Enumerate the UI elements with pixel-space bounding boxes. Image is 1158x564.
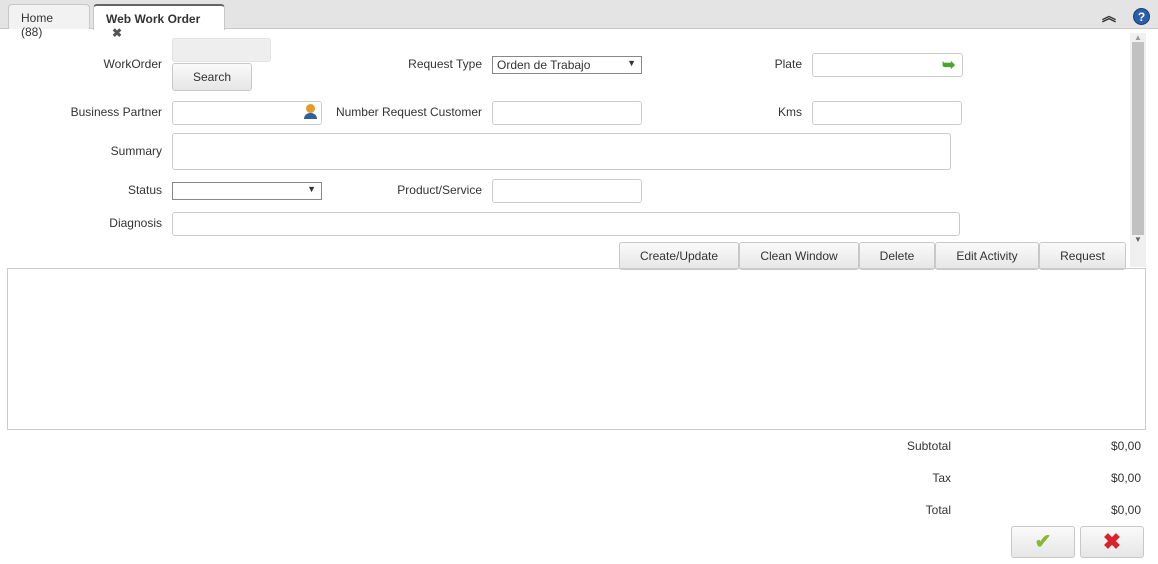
delete-button[interactable]: Delete [859, 242, 935, 270]
ok-button[interactable]: ✔ [1011, 526, 1075, 558]
status-select[interactable]: ▼ [172, 182, 322, 200]
product-service-label: Product/Service [397, 183, 482, 197]
close-icon[interactable]: ✖ [112, 26, 122, 40]
help-icon[interactable]: ? [1133, 8, 1150, 25]
scrollbar[interactable]: ▲ ▼ [1130, 33, 1146, 267]
subtotal-label: Subtotal [906, 439, 951, 453]
summary-textarea[interactable] [172, 133, 951, 170]
diagnosis-label: Diagnosis [109, 216, 162, 230]
create-update-button[interactable]: Create/Update [619, 242, 739, 270]
tab-label: Web Work Order [106, 12, 201, 26]
request-type-select[interactable]: Orden de Trabajo ▼ [492, 56, 642, 74]
request-type-value: Orden de Trabajo [497, 58, 591, 72]
workorder-input[interactable] [172, 38, 271, 62]
summary-label: Summary [110, 144, 162, 158]
edit-activity-button[interactable]: Edit Activity [935, 242, 1039, 270]
plate-input[interactable] [812, 53, 963, 77]
check-icon: ✔ [1034, 531, 1052, 553]
plate-label: Plate [774, 57, 802, 71]
x-icon: ✖ [1102, 529, 1122, 554]
total-label: Total [925, 503, 951, 517]
kms-label: Kms [778, 105, 802, 119]
number-request-input[interactable] [492, 101, 642, 125]
clean-window-button[interactable]: Clean Window [739, 242, 859, 270]
scrollbar-thumb[interactable] [1132, 42, 1144, 235]
request-button[interactable]: Request [1039, 242, 1126, 270]
status-label: Status [127, 183, 162, 197]
activity-grid [7, 268, 1146, 430]
total-value: $0,00 [1110, 503, 1141, 517]
person-icon[interactable] [304, 104, 317, 120]
tab-web-work-order[interactable]: Web Work Order ✖ [93, 4, 225, 40]
search-button[interactable]: Search [172, 63, 252, 91]
dropdown-arrow-icon: ▼ [627, 58, 636, 68]
workorder-label: WorkOrder [103, 57, 162, 71]
green-arrow-icon[interactable]: ➥ [942, 55, 955, 75]
cancel-button[interactable]: ✖ [1080, 526, 1144, 558]
request-type-label: Request Type [408, 57, 482, 71]
collapse-icon[interactable]: ︽ [1102, 6, 1116, 26]
product-service-input[interactable] [492, 179, 642, 203]
kms-input[interactable] [812, 101, 962, 125]
dropdown-arrow-icon: ▼ [307, 184, 316, 194]
number-request-label: Number Request Customer [335, 105, 482, 119]
subtotal-value: $0,00 [1110, 439, 1141, 453]
business-partner-label: Business Partner [70, 105, 162, 119]
tab-home[interactable]: Home (88) [8, 4, 90, 39]
tax-value: $0,00 [1110, 471, 1141, 485]
diagnosis-input[interactable] [172, 212, 960, 236]
tax-label: Tax [932, 471, 951, 485]
business-partner-input[interactable] [172, 101, 322, 125]
